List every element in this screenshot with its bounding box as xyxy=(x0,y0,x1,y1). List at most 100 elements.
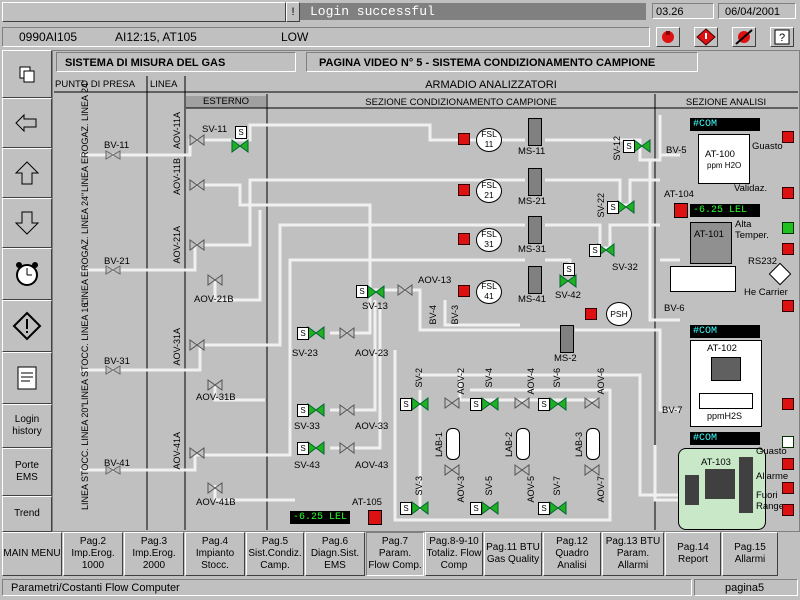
at-105-value: -6.25 LEL xyxy=(290,511,351,524)
guasto-2-alarm[interactable] xyxy=(782,458,794,470)
at-103-probe xyxy=(739,457,753,513)
sv-2-label: SV-2 xyxy=(414,368,424,388)
sv-23-label: SV-23 xyxy=(292,348,318,359)
aov-4-label: AOV-4 xyxy=(526,368,536,395)
nav-pag-2[interactable]: Pag.2 Imp.Erog. 1000 xyxy=(63,532,123,576)
sv-3-s-box[interactable]: S xyxy=(400,502,412,515)
rs232-alarm[interactable] xyxy=(782,243,794,255)
at-102-analyzer[interactable]: AT-102 ppmH2S xyxy=(690,340,762,427)
fuori-range-alarm[interactable] xyxy=(782,504,794,516)
lab-3-bottle[interactable] xyxy=(586,428,600,460)
alta-temper-status[interactable] xyxy=(782,222,794,234)
sv-32-s-box[interactable]: S xyxy=(589,244,601,257)
at-101-label: AT-101 xyxy=(694,229,724,240)
sv-23-s-box[interactable]: S xyxy=(297,327,309,340)
sv-11-s-box[interactable]: S xyxy=(235,126,247,139)
sv-7-s-box[interactable]: S xyxy=(538,502,550,515)
lab-1-bottle[interactable] xyxy=(446,428,460,460)
ms-2-label: MS-2 xyxy=(554,353,577,364)
validaz-alarm[interactable] xyxy=(782,187,794,199)
aov-5-label: AOV-5 xyxy=(526,476,536,503)
lab-2-label: LAB-2 xyxy=(504,432,514,458)
sv-22-label: SV-22 xyxy=(596,193,606,218)
lab-3-label: LAB-3 xyxy=(574,432,584,458)
at-103-label: AT-103 xyxy=(701,457,731,468)
at-104-value: -6.25 LEL xyxy=(690,204,760,217)
at-103-analyzer[interactable]: AT-103 xyxy=(678,448,766,530)
rs232-label: RS232 xyxy=(748,256,778,267)
aov-7-label: AOV-7 xyxy=(596,476,606,503)
bv-3-label: BV-3 xyxy=(450,305,460,325)
guasto-1-alarm[interactable] xyxy=(782,131,794,143)
nav-pag-15[interactable]: Pag.15 Allarmi xyxy=(722,532,778,576)
ms-21-block[interactable] xyxy=(528,168,542,196)
guasto-2-status[interactable] xyxy=(782,436,794,448)
at-105-label: AT-105 xyxy=(352,497,382,508)
sv-6-s-box[interactable]: S xyxy=(538,398,550,411)
fsl-11: FSL 11 xyxy=(476,128,502,152)
aov-6-label: AOV-6 xyxy=(596,368,606,395)
fsl-31-alarm[interactable] xyxy=(458,233,470,245)
at-104-label: AT-104 xyxy=(664,189,694,200)
nav-pag-14[interactable]: Pag.14 Report xyxy=(665,532,721,576)
ppm-h2o-label: ppm H2O xyxy=(707,161,742,170)
at-104-alarm-flag[interactable] xyxy=(674,203,688,218)
ms-41-block[interactable] xyxy=(528,266,542,294)
fsl-31: FSL 31 xyxy=(476,228,502,252)
alta-temper-label: Alta Temper. xyxy=(735,219,769,241)
nav-pag-5[interactable]: Pag.5 Sist.Condiz. Camp. xyxy=(246,532,304,576)
nav-pag-6[interactable]: Pag.6 Diagn.Sist. EMS xyxy=(305,532,365,576)
bv-5-label: BV-5 xyxy=(666,145,687,156)
at-101-analyzer[interactable]: AT-101 xyxy=(690,222,732,264)
sv-33-s-box[interactable]: S xyxy=(297,404,309,417)
sv-2-s-box[interactable]: S xyxy=(400,398,412,411)
sv-22-s-box[interactable]: S xyxy=(607,201,619,214)
fsl-41-alarm[interactable] xyxy=(458,285,470,297)
he-carrier-label: He Carrier xyxy=(744,287,788,298)
sv-13-s-box[interactable]: S xyxy=(356,285,368,298)
lab-2-bottle[interactable] xyxy=(516,428,530,460)
he-carrier-alarm[interactable] xyxy=(782,300,794,312)
psh-alarm[interactable] xyxy=(585,308,597,320)
nav-pag-13[interactable]: Pag.13 BTU Param. Allarmi xyxy=(602,532,664,576)
sv-3-label: SV-3 xyxy=(414,476,424,496)
nav-pag-3[interactable]: Pag.3 Imp.Erog. 2000 xyxy=(124,532,184,576)
aov-3-label: AOV-3 xyxy=(456,476,466,503)
bv-7-label: BV-7 xyxy=(662,405,683,416)
com-display-2: #COM xyxy=(690,325,760,338)
at-100-analyzer[interactable]: AT-100 ppm H2O xyxy=(698,134,750,184)
nav-pag-7[interactable]: Pag.7 Param. Flow Comp. xyxy=(366,532,424,576)
sv-13-label: SV-13 xyxy=(362,301,388,312)
fsl-41: FSL 41 xyxy=(476,280,502,304)
ms-2-block[interactable] xyxy=(560,325,574,353)
sv-12-s-box[interactable]: S xyxy=(623,140,635,153)
psh-indicator: PSH xyxy=(606,302,632,326)
at-102-alarm[interactable] xyxy=(782,398,794,410)
sv-43-label: SV-43 xyxy=(294,460,320,471)
at-105-alarm-flag[interactable] xyxy=(368,510,382,525)
nav-main-menu[interactable]: MAIN MENU xyxy=(2,532,62,576)
sv-43-s-box[interactable]: S xyxy=(297,442,309,455)
lab-1-label: LAB-1 xyxy=(434,432,444,458)
status-right: pagina5 xyxy=(694,579,798,596)
ms-31-block[interactable] xyxy=(528,216,542,244)
aov-13-label: AOV-13 xyxy=(418,275,452,286)
nav-pag-11[interactable]: Pag.11 BTU Gas Quality xyxy=(484,532,542,576)
ms-21-label: MS-21 xyxy=(518,196,546,207)
he-carrier-block[interactable] xyxy=(670,266,736,292)
sv-12-label: SV-12 xyxy=(612,136,622,161)
sv-5-s-box[interactable]: S xyxy=(470,502,482,515)
fsl-21-alarm[interactable] xyxy=(458,184,470,196)
nav-pag-8-9-10[interactable]: Pag.8-9-10 Totaliz. Flow Comp xyxy=(425,532,483,576)
sv-33-label: SV-33 xyxy=(294,421,320,432)
sv-42-s-box[interactable]: S xyxy=(563,263,575,276)
nav-pag-12[interactable]: Pag.12 Quadro Analisi xyxy=(543,532,601,576)
sv-42-label: SV-42 xyxy=(555,290,581,301)
ms-11-block[interactable] xyxy=(528,118,542,146)
fsl-11-alarm[interactable] xyxy=(458,133,470,145)
allarme-label: Allarme xyxy=(756,471,789,482)
com-display-3: #COM xyxy=(690,432,760,445)
fsl-21: FSL 21 xyxy=(476,179,502,203)
nav-pag-4[interactable]: Pag.4 Impianto Stocc. xyxy=(185,532,245,576)
sv-4-s-box[interactable]: S xyxy=(470,398,482,411)
